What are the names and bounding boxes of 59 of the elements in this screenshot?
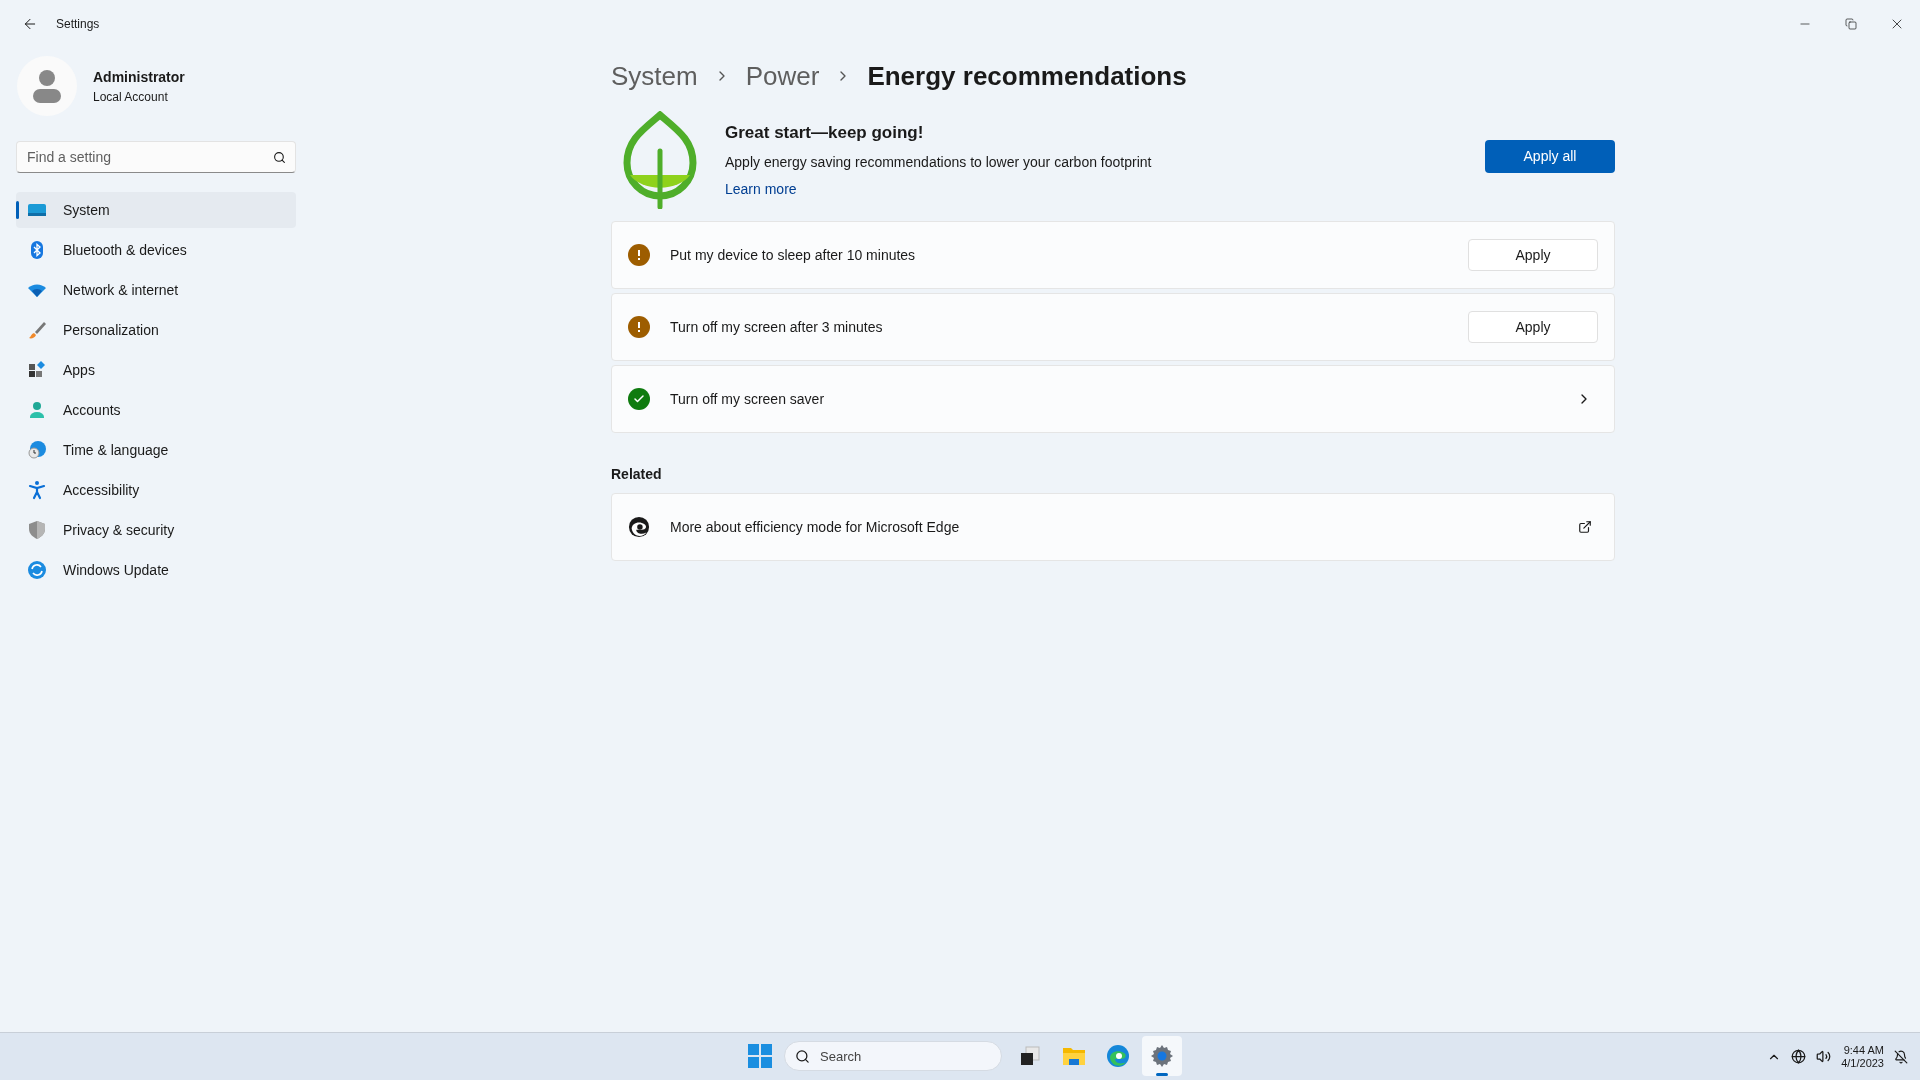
sync-icon — [27, 560, 47, 580]
banner-description: Apply energy saving recommendations to lower your carbon footprint — [725, 152, 1152, 172]
sidebar-item[interactable]: Time & language — [16, 432, 296, 468]
recommendation-card[interactable]: Put my device to sleep after 10 minutes Apply — [611, 221, 1615, 289]
search-icon — [795, 1049, 810, 1064]
search-icon — [273, 151, 286, 164]
sidebar-item[interactable]: Accessibility — [16, 472, 296, 508]
sidebar-item[interactable]: Privacy & security — [16, 512, 296, 548]
user-name: Administrator — [93, 67, 185, 87]
notification-icon — [1894, 1049, 1908, 1064]
person-icon — [32, 69, 62, 103]
windows-logo-icon — [748, 1044, 772, 1068]
sidebar-item[interactable]: Personalization — [16, 312, 296, 348]
gear-icon — [1150, 1044, 1174, 1068]
recommendation-label: Turn off my screen after 3 minutes — [670, 317, 883, 337]
restore-icon — [1845, 18, 1857, 30]
sidebar-item[interactable]: Network & internet — [16, 272, 296, 308]
shield-icon — [27, 520, 47, 540]
recommendation-label: Turn off my screen saver — [670, 389, 825, 409]
clock-date: 4/1/2023 — [1841, 1056, 1884, 1070]
apps-icon — [27, 360, 47, 380]
breadcrumb-link[interactable]: Power — [745, 56, 820, 96]
active-indicator — [1156, 1073, 1168, 1076]
external-link-icon — [1578, 520, 1592, 534]
related-link-label: More about efficiency mode for Microsoft Edge — [670, 517, 960, 537]
window-title: Settings — [56, 16, 100, 33]
banner-title: Great start—keep going! — [725, 122, 925, 145]
leaf-icon — [621, 111, 699, 209]
recommendation-card[interactable]: Turn off my screen saver — [611, 365, 1615, 433]
globe-icon — [1791, 1049, 1807, 1064]
person-icon — [27, 400, 47, 420]
edge-icon — [1106, 1044, 1130, 1068]
clock-time: 9:44 AM — [1843, 1043, 1884, 1057]
sidebar-item[interactable]: Apps — [16, 352, 296, 388]
recommendation-label: Put my device to sleep after 10 minutes — [670, 245, 916, 265]
sidebar-item[interactable]: System — [16, 192, 296, 228]
sidebar-item[interactable]: Accounts — [16, 392, 296, 428]
speaker-icon — [1816, 1049, 1832, 1064]
breadcrumb-link[interactable]: System — [611, 56, 698, 96]
selection-indicator — [16, 201, 19, 219]
accessibility-icon — [27, 480, 47, 500]
apply-all-button[interactable]: Apply all — [1485, 139, 1615, 173]
apply-button[interactable]: Apply — [1468, 311, 1598, 343]
task-view-icon — [1019, 1045, 1041, 1067]
learn-more-link[interactable]: Learn more — [725, 178, 1152, 200]
edge-icon — [628, 516, 650, 538]
globe-clock-icon — [27, 440, 47, 460]
recommendation-card[interactable]: Turn off my screen after 3 minutes Apply — [611, 293, 1615, 361]
sidebar-item[interactable]: Bluetooth & devices — [16, 232, 296, 268]
related-link-card[interactable]: More about efficiency mode for Microsoft Edge — [611, 493, 1615, 561]
page-title: Energy recommendations — [867, 60, 1187, 93]
settings-search-field[interactable]: Find a setting — [16, 141, 296, 173]
taskbar-search-box[interactable]: Search — [784, 1041, 1002, 1071]
account-type: Local Account — [93, 88, 169, 106]
paintbrush-icon — [27, 320, 47, 340]
sidebar-item[interactable]: Windows Update — [16, 552, 296, 588]
apply-button[interactable]: Apply — [1468, 239, 1598, 271]
section-heading: Related — [611, 465, 663, 484]
folder-icon — [1062, 1045, 1086, 1067]
